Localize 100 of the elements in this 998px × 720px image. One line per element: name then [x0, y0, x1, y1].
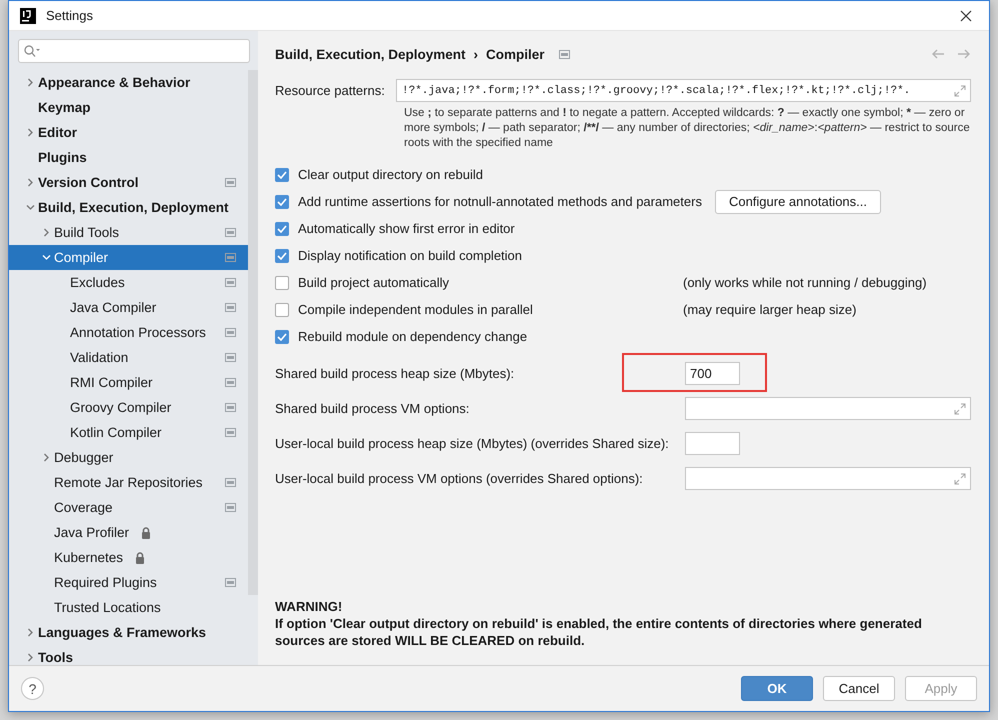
help-button[interactable]: ?	[21, 677, 44, 700]
scrollbar[interactable]	[248, 70, 258, 595]
window-title: Settings	[46, 8, 94, 23]
tree-item-label: RMI Compiler	[70, 375, 153, 390]
tree-item[interactable]: Coverage	[9, 495, 248, 520]
tree-item[interactable]: Build Tools	[9, 220, 248, 245]
chevron-right-icon[interactable]	[26, 78, 34, 87]
tree-item[interactable]: Debugger	[9, 445, 248, 470]
warning-title: WARNING!	[275, 598, 344, 615]
breadcrumb-item: Compiler	[486, 46, 545, 62]
checkbox-label[interactable]: Automatically show first error in editor	[298, 221, 515, 236]
chevron-right-icon[interactable]	[26, 128, 34, 137]
tree-item[interactable]: Required Plugins	[9, 570, 248, 595]
tree-item[interactable]: Tools	[9, 645, 248, 665]
tree-item-label: Plugins	[38, 150, 87, 165]
chevron-right-icon[interactable]	[26, 653, 34, 662]
warning-text: If option 'Clear output directory on rebuild' is enabled, the entire contents of directories where generated sources are stored WILL BE CLEARED on rebuild.	[275, 615, 923, 649]
checkbox[interactable]	[275, 194, 289, 208]
tree-item-label: Required Plugins	[54, 575, 157, 590]
tree-item-label: Tools	[38, 650, 73, 665]
tree-item[interactable]: Languages & Frameworks	[9, 620, 248, 645]
tree-item-label: Java Profiler	[54, 525, 130, 540]
tree-item-label: Annotation Processors	[70, 325, 206, 340]
tree-item-label: Editor	[38, 125, 77, 140]
tree-item[interactable]: Keymap	[9, 95, 248, 120]
checkbox-label[interactable]: Rebuild module on dependency change	[298, 329, 528, 344]
chevron-right-icon[interactable]	[26, 628, 34, 637]
tree-item-label: Groovy Compiler	[70, 400, 172, 415]
chevron-right-icon[interactable]	[42, 228, 50, 237]
text-field[interactable]: 700	[685, 362, 740, 385]
tree-item-label: Languages & Frameworks	[38, 625, 206, 640]
checkbox[interactable]	[275, 276, 289, 290]
tree-item[interactable]: Build, Execution, Deployment	[9, 195, 248, 220]
field-label: Shared build process heap size (Mbytes):	[275, 366, 516, 381]
tree-item-label: Appearance & Behavior	[38, 75, 190, 90]
tree-item-label: Build, Execution, Deployment	[38, 200, 229, 215]
app-logo-icon	[20, 8, 36, 24]
text-field[interactable]	[685, 432, 740, 455]
tree-item[interactable]: Version Control	[9, 170, 248, 195]
checkbox-label[interactable]: Clear output directory on rebuild	[298, 167, 483, 182]
tree-item[interactable]: Kubernetes	[9, 545, 248, 570]
checkbox[interactable]	[275, 168, 289, 182]
chevron-right-icon[interactable]	[26, 178, 34, 187]
search-icon	[24, 45, 40, 57]
tree-item-label: Trusted Locations	[54, 600, 161, 615]
back-arrow-icon[interactable]	[931, 49, 945, 59]
checkbox-label[interactable]: Display notification on build completion	[298, 248, 522, 263]
field-label: User-local build process heap size (Mbytes) (overrides Shared size):	[275, 436, 670, 451]
dialog-button[interactable]: Cancel	[823, 676, 895, 701]
breadcrumb-item: Build, Execution, Deployment	[275, 46, 466, 62]
configure-annotations-button[interactable]: Configure annotations...	[714, 190, 881, 214]
tree-item-label: Validation	[70, 350, 128, 365]
tree-item[interactable]: Appearance & Behavior	[9, 70, 248, 95]
field-label: Resource patterns:	[275, 83, 386, 98]
option-note: (may require larger heap size)	[683, 302, 856, 317]
checkbox[interactable]	[275, 248, 289, 262]
tree-item[interactable]: Validation	[9, 345, 248, 370]
tree-item-label: Remote Jar Repositories	[54, 475, 203, 490]
tree-item[interactable]: Plugins	[9, 145, 248, 170]
tree-item[interactable]: Java Compiler	[9, 295, 248, 320]
tree-item-label: Java Compiler	[70, 300, 156, 315]
checkbox[interactable]	[275, 302, 289, 316]
checkbox-label[interactable]: Compile independent modules in parallel	[298, 302, 533, 317]
chevron-down-icon[interactable]	[26, 203, 34, 212]
tree-item[interactable]: Editor	[9, 120, 248, 145]
tree-item[interactable]: Annotation Processors	[9, 320, 248, 345]
search-field[interactable]	[18, 39, 250, 63]
tree-item-label: Coverage	[54, 500, 113, 515]
checkbox[interactable]	[275, 330, 289, 344]
tree-item-label: Build Tools	[54, 225, 120, 240]
tree-item-label: Excludes	[70, 275, 125, 290]
help-text: Use ; to separate patterns and ! to negate a pattern. Accepted wildcards: ? — exactly one symbol; * — zero or more symbols; / — path separator; /**/ — any number of directories; <dir_name>:<pattern> — restrict to source roots with the specified name	[404, 106, 971, 151]
text-field[interactable]	[685, 397, 971, 420]
chevron-down-icon[interactable]	[42, 253, 50, 262]
expand-icon[interactable]	[954, 472, 966, 484]
resource-patterns-field[interactable]: !?*.java;!?*.form;!?*.class;!?*.groovy;!?*.scala;!?*.flex;!?*.kt;!?*.clj;!?*.	[396, 79, 971, 102]
forward-arrow-icon[interactable]	[957, 49, 971, 59]
tree-item-label: Version Control	[38, 175, 139, 190]
tree-item[interactable]: Java Profiler	[9, 520, 248, 545]
tree-item-label: Kotlin Compiler	[70, 425, 162, 440]
checkbox-label[interactable]: Build project automatically	[298, 275, 450, 290]
tree-item-label: Keymap	[38, 100, 91, 115]
option-note: (only works while not running / debugging)	[683, 275, 927, 290]
expand-icon[interactable]	[954, 84, 966, 96]
tree-item[interactable]: Kotlin Compiler	[9, 420, 248, 445]
close-icon	[960, 10, 972, 22]
text-field[interactable]	[685, 467, 971, 490]
tree-item[interactable]: Compiler	[9, 245, 248, 270]
tree-item[interactable]: Remote Jar Repositories	[9, 470, 248, 495]
field-label: User-local build process VM options (overrides Shared options):	[275, 471, 644, 486]
expand-icon[interactable]	[954, 402, 966, 414]
tree-item[interactable]: Excludes	[9, 270, 248, 295]
tree-item[interactable]: Groovy Compiler	[9, 395, 248, 420]
chevron-right-icon[interactable]	[42, 453, 50, 462]
tree-item[interactable]: RMI Compiler	[9, 370, 248, 395]
checkbox[interactable]	[275, 222, 289, 236]
field-label: Shared build process VM options:	[275, 401, 470, 416]
checkbox-label[interactable]: Add runtime assertions for notnull-annotated methods and parameters	[298, 194, 702, 209]
dialog-button[interactable]: OK	[741, 676, 813, 701]
tree-item[interactable]: Trusted Locations	[9, 595, 248, 620]
